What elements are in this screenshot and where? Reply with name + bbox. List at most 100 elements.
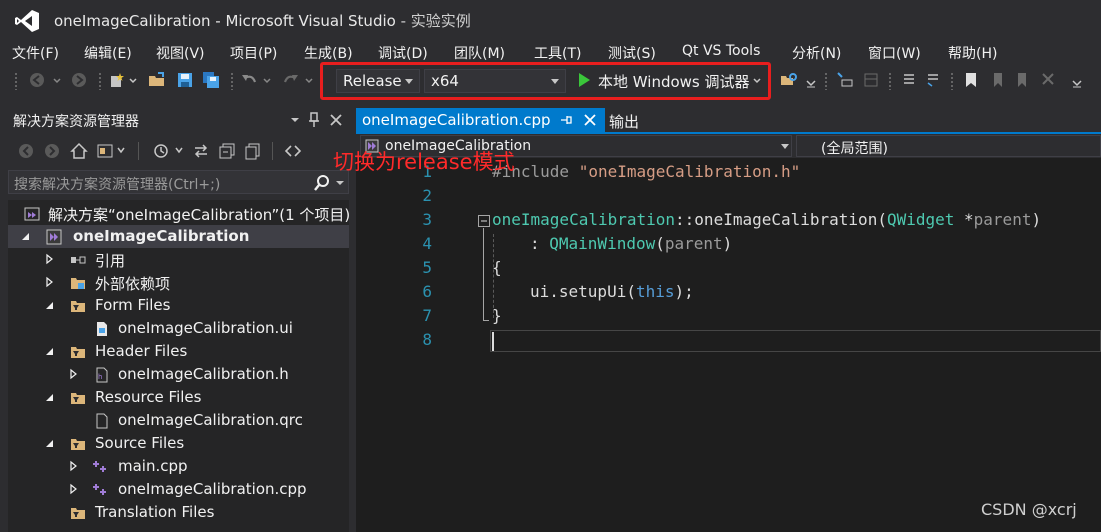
code-line-1: #include "oneImageCalibration.h" bbox=[492, 162, 800, 181]
sync-with-active-document-icon[interactable] bbox=[192, 142, 210, 160]
menu-view[interactable]: 视图(V) bbox=[156, 43, 205, 63]
chevron-down-icon[interactable] bbox=[116, 144, 126, 156]
tree-item-label: Header Files bbox=[95, 342, 188, 360]
clear-bookmarks-icon[interactable] bbox=[1040, 71, 1058, 89]
tree-item-form-files[interactable]: Form Files bbox=[8, 294, 349, 317]
step-into-icon[interactable] bbox=[836, 71, 854, 89]
menu-help[interactable]: 帮助(H) bbox=[948, 43, 997, 63]
undo-icon[interactable] bbox=[240, 71, 258, 89]
tree-item-label: main.cpp bbox=[118, 457, 188, 475]
watermark: CSDN @xcrj bbox=[981, 500, 1077, 519]
menu-debug[interactable]: 调试(D) bbox=[378, 43, 428, 63]
tree-item-label: 解决方案“oneImageCalibration”(1 个项目) bbox=[48, 206, 351, 224]
tab-calibration-cpp[interactable]: oneImageCalibration.cpp bbox=[356, 108, 605, 132]
cpp-file-icon bbox=[93, 484, 106, 495]
tree-item-calibration-cpp[interactable]: oneImageCalibration.cpp bbox=[8, 478, 349, 501]
chevron-down-icon[interactable] bbox=[304, 71, 314, 89]
close-icon[interactable] bbox=[584, 114, 596, 126]
chevron-down-icon[interactable] bbox=[262, 71, 272, 89]
find-in-files-icon[interactable] bbox=[780, 71, 798, 89]
tree-item-references[interactable]: 引用 bbox=[8, 248, 349, 271]
close-icon[interactable] bbox=[330, 114, 342, 126]
pin-icon[interactable] bbox=[560, 114, 572, 126]
solution-explorer-search-input[interactable]: 搜索解决方案资源管理器(Ctrl+;) bbox=[8, 170, 349, 194]
chevron-down-icon[interactable] bbox=[128, 71, 138, 89]
chevron-down-icon[interactable] bbox=[335, 179, 345, 187]
chevron-down-icon[interactable] bbox=[52, 71, 62, 89]
menu-project[interactable]: 项目(P) bbox=[230, 43, 277, 63]
previous-bookmark-icon[interactable] bbox=[988, 71, 1006, 89]
toolbar-grip[interactable] bbox=[888, 72, 892, 90]
current-line-highlight bbox=[490, 330, 1101, 352]
pin-icon[interactable] bbox=[308, 112, 320, 128]
collapse-all-icon[interactable] bbox=[218, 142, 236, 160]
class-name: oneImageCalibration bbox=[492, 210, 676, 229]
toolbar-overflow-icon[interactable] bbox=[804, 71, 818, 89]
search-icon[interactable] bbox=[313, 174, 331, 192]
tree-item-project[interactable]: oneImageCalibration bbox=[8, 225, 349, 248]
save-all-icon[interactable] bbox=[202, 71, 220, 89]
toolbar-grip[interactable] bbox=[230, 72, 234, 90]
menu-analyze[interactable]: 分析(N) bbox=[792, 43, 841, 63]
menu-tools[interactable]: 工具(T) bbox=[534, 43, 581, 63]
tree-item-translation-files[interactable]: Translation Files bbox=[8, 501, 349, 524]
toolbar-overflow-icon[interactable] bbox=[1070, 71, 1084, 89]
solution-explorer-title: 解决方案资源管理器 bbox=[13, 114, 139, 130]
tree-item-label: Source Files bbox=[95, 434, 185, 452]
redo-icon[interactable] bbox=[282, 71, 300, 89]
tree-item-source-files[interactable]: Source Files bbox=[8, 432, 349, 455]
new-project-icon[interactable] bbox=[108, 71, 126, 89]
next-bookmark-icon[interactable] bbox=[1014, 71, 1032, 89]
external-dependencies-icon bbox=[71, 278, 85, 289]
home-icon[interactable] bbox=[70, 142, 88, 160]
paren-token: ) bbox=[722, 234, 733, 253]
forward-icon[interactable] bbox=[44, 143, 60, 159]
line-number: 7 bbox=[422, 306, 432, 325]
tree-item-header-file[interactable]: h oneImageCalibration.h bbox=[8, 363, 349, 386]
pending-changes-filter-icon[interactable] bbox=[152, 142, 170, 160]
code-editor[interactable]: 1 2 3 4 5 6 7 8 #include "oneImageCalibr… bbox=[356, 158, 1101, 532]
comment-lines-icon[interactable] bbox=[900, 71, 918, 89]
show-all-files-icon[interactable] bbox=[244, 142, 262, 160]
save-icon[interactable] bbox=[176, 71, 194, 89]
pane-menu-icon[interactable] bbox=[290, 115, 300, 125]
menu-team[interactable]: 团队(M) bbox=[454, 43, 505, 63]
tree-item-solution[interactable]: 解决方案“oneImageCalibration”(1 个项目) bbox=[8, 202, 351, 225]
tab-output[interactable]: 输出 bbox=[609, 111, 639, 132]
toolbar-grip[interactable] bbox=[14, 72, 18, 90]
layout-icon[interactable] bbox=[862, 71, 880, 89]
tree-item-main-cpp[interactable]: main.cpp bbox=[8, 455, 349, 478]
tree-item-resource-files[interactable]: Resource Files bbox=[8, 386, 349, 409]
line-number: 4 bbox=[422, 234, 432, 253]
pointer-token: * bbox=[954, 210, 974, 229]
back-icon[interactable] bbox=[18, 143, 34, 159]
collapse-region-icon[interactable] bbox=[478, 215, 490, 227]
scope-operator: :: bbox=[675, 210, 695, 229]
menu-window[interactable]: 窗口(W) bbox=[868, 43, 921, 63]
toolbar-grip[interactable] bbox=[98, 72, 102, 90]
code-view-icon[interactable] bbox=[284, 142, 302, 160]
paren-token: ) bbox=[1031, 210, 1042, 229]
line-number: 6 bbox=[422, 282, 432, 301]
tree-item-qrc-file[interactable]: oneImageCalibration.qrc bbox=[8, 409, 349, 432]
uncomment-lines-icon[interactable] bbox=[924, 71, 942, 89]
toolbar-grip[interactable] bbox=[824, 72, 828, 90]
menu-build[interactable]: 生成(B) bbox=[304, 43, 353, 63]
switch-views-icon[interactable] bbox=[96, 142, 114, 160]
menu-qt-vs-tools[interactable]: Qt VS Tools bbox=[682, 43, 760, 59]
back-icon[interactable] bbox=[28, 71, 46, 89]
tree-item-external-dependencies[interactable]: 外部依赖项 bbox=[8, 271, 349, 294]
bookmark-icon[interactable] bbox=[962, 71, 980, 89]
tree-item-ui-file[interactable]: oneImageCalibration.ui bbox=[8, 317, 349, 340]
toolbar-grip[interactable] bbox=[950, 72, 954, 90]
menu-file[interactable]: 文件(F) bbox=[12, 43, 59, 63]
open-folder-icon[interactable] bbox=[148, 71, 166, 89]
solution-explorer-toolbar bbox=[8, 136, 349, 166]
chevron-down-icon[interactable] bbox=[174, 144, 184, 156]
menu-edit[interactable]: 编辑(E) bbox=[84, 43, 132, 63]
tree-item-header-files[interactable]: Header Files bbox=[8, 340, 349, 363]
member-scope-dropdown[interactable]: (全局范围) bbox=[796, 135, 1101, 157]
forward-icon[interactable] bbox=[70, 71, 88, 89]
menu-test[interactable]: 测试(S) bbox=[608, 43, 656, 63]
ui-file-icon bbox=[97, 322, 107, 336]
